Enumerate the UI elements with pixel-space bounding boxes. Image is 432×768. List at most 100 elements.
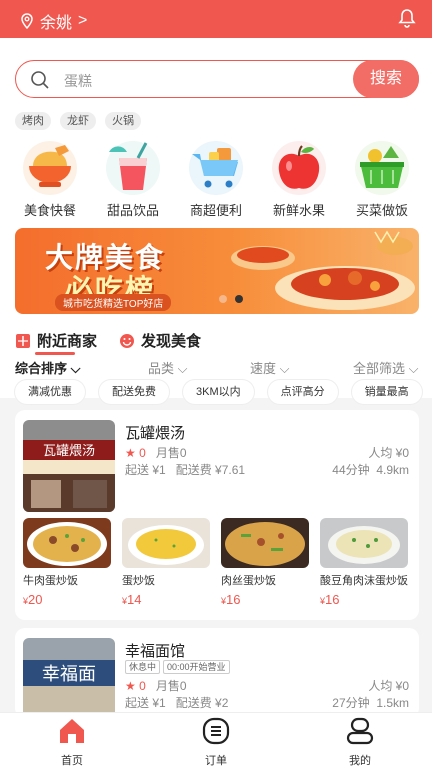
filter-bar: 综合排序 ⌵ 品类 ⌵ 速度 ⌵ 全部筛选 ⌵ bbox=[0, 358, 432, 378]
store-monthly-sales: 月售0 bbox=[155, 679, 187, 693]
dish-item[interactable]: 酸豆角肉沫蛋炒饭 ¥16 bbox=[320, 518, 408, 607]
category-food[interactable]: 美食快餐 bbox=[10, 140, 90, 219]
banner-pagination bbox=[219, 295, 243, 303]
tab-label: 订单 bbox=[205, 755, 227, 767]
search-button[interactable]: 搜索 bbox=[353, 59, 419, 98]
location-selector[interactable]: 余姚 > bbox=[20, 9, 87, 33]
shopping-cart-icon bbox=[189, 141, 243, 195]
chip-within-3km[interactable]: 3KM以内 bbox=[183, 380, 254, 404]
dish-item[interactable]: 肉丝蛋炒饭 ¥16 bbox=[221, 518, 309, 607]
category-label: 甜品饮品 bbox=[106, 203, 159, 218]
active-tab-underline bbox=[35, 352, 75, 355]
store-delivery-fee: 配送费 ¥2 bbox=[175, 696, 229, 710]
store-card[interactable]: 瓦罐煨汤 瓦罐煨汤 ★ 0 月售0 人均 ¥0 起送 ¥1 配送费 ¥7.61 … bbox=[15, 410, 419, 620]
pagination-dot-active[interactable] bbox=[235, 295, 243, 303]
store-distance: 1.5km bbox=[376, 696, 409, 710]
store-rating: 0 bbox=[139, 446, 146, 460]
store-delivery-fee: 配送费 ¥7.61 bbox=[175, 463, 246, 477]
category-grocery[interactable]: 买菜做饭 bbox=[342, 140, 422, 219]
store-card[interactable]: 幸福面 幸福面馆 休息中 00:00开始营业 ★ 0 月售0 人均 ¥0 起送 … bbox=[15, 628, 419, 730]
dish-photo bbox=[23, 518, 111, 568]
store-name[interactable]: 瓦罐煨汤 bbox=[125, 422, 185, 443]
tab-discover-label: 发现美食 bbox=[141, 333, 202, 350]
store-stats: ★ 0 月售0 人均 ¥0 bbox=[125, 677, 409, 694]
chip-top-sales[interactable]: 销量最高 bbox=[351, 380, 422, 404]
star-icon: ★ bbox=[125, 446, 136, 460]
notification-bell-icon[interactable] bbox=[398, 8, 416, 33]
promo-banner[interactable]: 大牌美食 必吃榜 城市吃货精选TOP好店 bbox=[15, 228, 419, 314]
dish-list: 牛肉蛋炒饭 ¥20 蛋炒饭 ¥14 肉丝蛋炒饭 ¥16 酸豆角肉沫蛋炒饭 ¥16 bbox=[23, 518, 408, 607]
tab-nearby-label: 附近商家 bbox=[37, 333, 98, 350]
chip-high-rating[interactable]: 点评高分 bbox=[267, 380, 338, 404]
search-placeholder[interactable]: 蛋糕 bbox=[64, 71, 92, 91]
dish-item[interactable]: 牛肉蛋炒饭 ¥20 bbox=[23, 518, 111, 607]
chip-free-delivery[interactable]: 配送免费 bbox=[99, 380, 169, 404]
chevron-down-icon: ⌵ bbox=[408, 361, 419, 376]
rice-bowl-icon bbox=[23, 141, 77, 195]
filter-speed[interactable]: 速度 ⌵ bbox=[250, 358, 290, 377]
city-name: 余姚 bbox=[40, 15, 73, 32]
quick-filter-chips: 满减优惠 配送免费 3KM以内 点评高分 销量最高 bbox=[15, 380, 422, 404]
store-min-order: 起送 ¥1 bbox=[125, 463, 166, 477]
filter-sort[interactable]: 综合排序 ⌵ bbox=[15, 358, 81, 377]
store-delivery: 起送 ¥1 配送费 ¥2 27分钟 1.5km bbox=[125, 694, 409, 711]
dish-price: ¥14 bbox=[122, 592, 142, 607]
dish-price: ¥16 bbox=[320, 592, 340, 607]
home-icon bbox=[60, 719, 84, 743]
category-label: 美食快餐 bbox=[23, 203, 76, 218]
section-tabs: 附近商家 发现美食 bbox=[15, 330, 201, 355]
chip-discount[interactable]: 满减优惠 bbox=[15, 380, 85, 404]
pagination-dot[interactable] bbox=[219, 295, 227, 303]
category-supermarket[interactable]: 商超便利 bbox=[176, 140, 256, 219]
chevron-right-icon: > bbox=[78, 12, 88, 29]
filter-all[interactable]: 全部筛选 ⌵ bbox=[353, 358, 419, 377]
hot-tag[interactable]: 龙虾 bbox=[60, 112, 96, 130]
smile-icon bbox=[120, 333, 135, 348]
category-label: 新鲜水果 bbox=[272, 203, 325, 218]
food-platter-image bbox=[231, 230, 415, 310]
hot-tags: 烤肉 龙虾 火锅 bbox=[15, 112, 141, 130]
store-distance: 4.9km bbox=[376, 463, 409, 477]
dish-photo bbox=[122, 518, 210, 568]
tab-home[interactable]: 首页 bbox=[32, 717, 112, 768]
category-label: 商超便利 bbox=[189, 203, 242, 218]
bottom-tab-bar: 首页 订单 我的 bbox=[0, 712, 432, 768]
tab-nearby[interactable]: 附近商家 bbox=[15, 330, 97, 351]
category-dessert[interactable]: 甜品饮品 bbox=[93, 140, 173, 219]
tab-discover[interactable]: 发现美食 bbox=[119, 330, 201, 351]
top-bar: 余姚 > bbox=[0, 0, 432, 38]
tab-label: 首页 bbox=[61, 755, 83, 767]
store-status: 休息中 00:00开始营业 bbox=[125, 660, 230, 674]
store-photo: 瓦罐煨汤 bbox=[23, 420, 115, 512]
filter-category[interactable]: 品类 ⌵ bbox=[148, 358, 188, 377]
search-icon bbox=[31, 71, 49, 89]
star-icon: ★ bbox=[125, 679, 136, 693]
chevron-down-icon: ⌵ bbox=[279, 361, 290, 376]
drink-cup-icon bbox=[106, 141, 160, 195]
dish-item[interactable]: 蛋炒饭 ¥14 bbox=[122, 518, 210, 607]
banner-subtitle: 城市吃货精选TOP好店 bbox=[55, 294, 172, 311]
store-eta: 27分钟 bbox=[332, 696, 370, 710]
store-icon bbox=[16, 333, 30, 348]
vegetable-basket-icon bbox=[355, 141, 409, 195]
dish-photo bbox=[221, 518, 309, 568]
store-avg-price: 人均 ¥0 bbox=[368, 446, 409, 460]
status-badge: 休息中 bbox=[125, 660, 161, 674]
tab-profile[interactable]: 我的 bbox=[320, 717, 400, 768]
tab-orders[interactable]: 订单 bbox=[176, 717, 256, 768]
dish-price: ¥16 bbox=[221, 592, 241, 607]
store-avg-price: 人均 ¥0 bbox=[368, 679, 409, 693]
hot-tag[interactable]: 火锅 bbox=[105, 112, 141, 130]
store-stats: ★ 0 月售0 人均 ¥0 bbox=[125, 444, 409, 461]
dish-name: 牛肉蛋炒饭 bbox=[23, 575, 78, 587]
dish-name: 蛋炒饭 bbox=[122, 575, 155, 587]
store-name[interactable]: 幸福面馆 bbox=[125, 640, 185, 661]
chevron-down-icon: ⌵ bbox=[177, 361, 188, 376]
store-rating: 0 bbox=[139, 679, 146, 693]
profile-icon bbox=[346, 717, 374, 745]
open-time-badge: 00:00开始营业 bbox=[163, 660, 230, 674]
hot-tag[interactable]: 烤肉 bbox=[15, 112, 51, 130]
category-fruit[interactable]: 新鲜水果 bbox=[259, 140, 339, 219]
store-delivery: 起送 ¥1 配送费 ¥7.61 44分钟 4.9km bbox=[125, 461, 409, 478]
search-bar[interactable]: 蛋糕 搜索 bbox=[15, 59, 419, 98]
